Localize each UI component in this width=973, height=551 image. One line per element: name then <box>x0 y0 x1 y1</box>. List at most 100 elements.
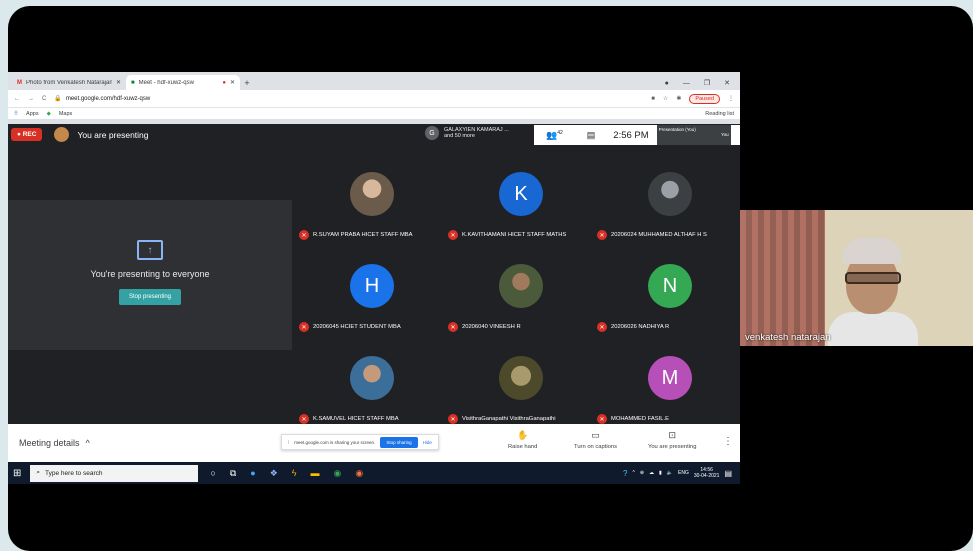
presenter-video <box>828 238 918 346</box>
participant-label: ✕ MOHAMMED FASIL.E <box>597 414 669 424</box>
avatar <box>54 127 70 142</box>
task-view-icon[interactable]: ⧉ <box>230 468 236 479</box>
speaker-icon[interactable]: 🔈 <box>667 470 673 476</box>
firefox-icon[interactable]: ◉ <box>355 468 363 479</box>
participant-tile[interactable]: ✕ 20206040 VINEESH R <box>448 264 595 332</box>
minimize-icon[interactable]: — <box>683 80 690 87</box>
file-explorer-icon[interactable]: ▬ <box>311 468 320 478</box>
chevron-up-icon: ^ <box>85 438 90 448</box>
notifications-icon[interactable]: ▤ <box>724 469 732 478</box>
search-placeholder: Type here to search <box>45 469 103 477</box>
participant-tile[interactable]: ✕ VisithraGanapathi VisithraGanapathi <box>448 356 595 424</box>
participant-tile[interactable]: N ✕ 20206026 NADHIYA R <box>597 264 744 332</box>
bookmark-maps[interactable]: Maps <box>59 111 72 117</box>
presenting-label: You are presenting <box>77 129 149 140</box>
participant-tile[interactable]: M ✕ MOHAMMED FASIL.E <box>597 356 744 424</box>
avatar: G <box>425 126 439 140</box>
stop-sharing-button[interactable]: Stop sharing <box>380 436 418 448</box>
winamp-icon[interactable]: ϟ <box>292 468 297 478</box>
participant-tile[interactable]: H ✕ 20206045 HCIET STUDENT MBA <box>299 264 446 332</box>
raise-hand-button[interactable]: ✋ Raise hand <box>508 430 537 450</box>
record-icon[interactable]: ● <box>665 80 669 87</box>
chrome-icon[interactable]: ◉ <box>334 468 342 479</box>
avatar <box>350 172 394 216</box>
maximize-icon[interactable]: ❐ <box>704 79 710 87</box>
more-options-icon[interactable]: ⋮ <box>723 436 733 447</box>
close-icon[interactable]: ✕ <box>230 79 235 86</box>
avatar <box>648 172 692 216</box>
edge-icon[interactable]: ● <box>250 468 255 478</box>
avatar: N <box>648 264 692 308</box>
participant-label: ✕ 20206045 HCIET STUDENT MBA <box>299 322 401 332</box>
forward-icon[interactable]: → <box>28 96 34 102</box>
presentation-thumbnail[interactable]: Presentation (You) You <box>656 125 731 145</box>
cortana-icon[interactable]: ○ <box>210 468 215 478</box>
network-icon[interactable]: ⊕ <box>640 470 644 476</box>
taskbar-clock[interactable]: 14:56 30-04-2021 <box>694 467 720 480</box>
chat-icon[interactable]: ▤ <box>587 130 596 141</box>
clock: 2:56 PM <box>613 129 649 141</box>
close-window-icon[interactable]: ✕ <box>724 79 730 87</box>
star-icon[interactable]: ☆ <box>663 95 668 102</box>
battery-icon[interactable]: ▮ <box>659 470 662 476</box>
stop-presenting-button[interactable]: Stop presenting <box>118 289 182 305</box>
tab-gmail[interactable]: M Photo from Venkatesh Natarajan ✕ <box>12 75 126 90</box>
language-indicator[interactable]: ENG <box>678 470 689 476</box>
participant-tile[interactable]: ✕ R.SUYAM PRABA HICET STAFF MBA <box>299 172 446 240</box>
avatar <box>350 356 394 400</box>
mic-off-icon: ✕ <box>597 230 607 240</box>
dropbox-icon[interactable]: ❖ <box>270 468 278 479</box>
camera-icon[interactable]: ■ <box>651 96 655 102</box>
present-button[interactable]: ⊡ You are presenting <box>648 430 696 450</box>
meet-main: ● REC You are presenting G GALAXYIEN KAM… <box>8 124 740 424</box>
participant-label: ✕ 20206024 MUHHAMED ALTHAF H S <box>597 230 707 240</box>
tray-chevron-icon[interactable]: ^ <box>632 470 634 476</box>
taskbar-search[interactable]: ⌕ Type here to search <box>30 464 199 482</box>
mic-off-icon: ✕ <box>597 414 607 424</box>
participant-label: ✕ K.SAMUVEL HICET STAFF MBA <box>299 414 399 424</box>
meeting-details-button[interactable]: Meeting details ^ <box>19 438 90 448</box>
meeting-details-label: Meeting details <box>19 438 80 448</box>
participant-tile[interactable]: ✕ K.SAMUVEL HICET STAFF MBA <box>299 356 446 424</box>
url-field[interactable]: 🔒 meet.google.com/hdf-xuwz-qsw <box>54 95 643 103</box>
drag-handle-icon[interactable]: ⁞ <box>288 440 289 445</box>
menu-icon[interactable]: ⋮ <box>728 95 734 102</box>
apps-icon[interactable]: ⠿ <box>14 111 18 117</box>
participant-label: ✕ VisithraGanapathi VisithraGanapathi <box>448 414 556 424</box>
maps-icon: ◆ <box>46 110 51 117</box>
system-tray: ? ^ ⊕ ☁ ▮ 🔈 ENG 14:56 30-04-2021 ▤ <box>623 467 740 480</box>
meet-info-bar: 👥42 ▤ 2:56 PM Presentation (You) You <box>534 125 740 145</box>
tab-title: Meet - hdf-xuwz-qsw <box>138 79 194 86</box>
present-icon: ⊡ <box>668 430 676 440</box>
cloud-icon[interactable]: ☁ <box>649 470 654 476</box>
taskbar-apps: ○ ⧉ ● ❖ ϟ ▬ ◉ ◉ <box>210 468 363 479</box>
participant-label: ✕ 20206040 VINEESH R <box>448 322 521 332</box>
hide-button[interactable]: Hide <box>423 440 432 445</box>
tab-strip: M Photo from Venkatesh Natarajan ✕ ■ Mee… <box>8 72 740 90</box>
back-icon[interactable]: ← <box>14 96 20 102</box>
people-button[interactable]: 👥42 <box>546 130 563 141</box>
help-icon[interactable]: ? <box>623 469 627 478</box>
new-tab-button[interactable]: + <box>240 78 254 90</box>
participants-summary[interactable]: G GALAXYIEN KAMARAJ ... and 50 more <box>425 126 509 140</box>
close-icon[interactable]: ✕ <box>116 79 121 86</box>
share-notice-text: meet.google.com is sharing your screen. <box>294 439 376 445</box>
captions-label: Turn on captions <box>574 444 617 450</box>
tab-meet[interactable]: ■ Meet - hdf-xuwz-qsw ● ✕ <box>126 75 240 90</box>
windows-start-icon[interactable]: ⊞ <box>13 468 21 479</box>
mic-off-icon: ✕ <box>597 322 607 332</box>
extensions-icon[interactable]: ✱ <box>676 95 681 102</box>
hand-icon: ✋ <box>517 430 529 440</box>
reload-icon[interactable]: C <box>42 96 46 102</box>
recording-badge: ● REC <box>11 128 43 141</box>
profile-paused-badge[interactable]: Paused <box>689 93 720 104</box>
participant-tile[interactable]: K ✕ K.KAVITHAMANI HICET STAFF MATHS <box>448 172 595 240</box>
participant-tile[interactable]: ✕ 20206024 MUHHAMED ALTHAF H S <box>597 172 744 240</box>
participant-count: 42 <box>557 129 563 136</box>
bookmark-apps[interactable]: Apps <box>26 111 39 117</box>
reading-list[interactable]: Reading list <box>705 111 734 117</box>
lock-icon: 🔒 <box>54 96 62 102</box>
participant-label: ✕ 20206026 NADHIYA R <box>597 322 669 332</box>
presenting-panel: ↑ You're presenting to everyone Stop pre… <box>8 200 292 350</box>
captions-button[interactable]: ▭ Turn on captions <box>574 430 617 450</box>
